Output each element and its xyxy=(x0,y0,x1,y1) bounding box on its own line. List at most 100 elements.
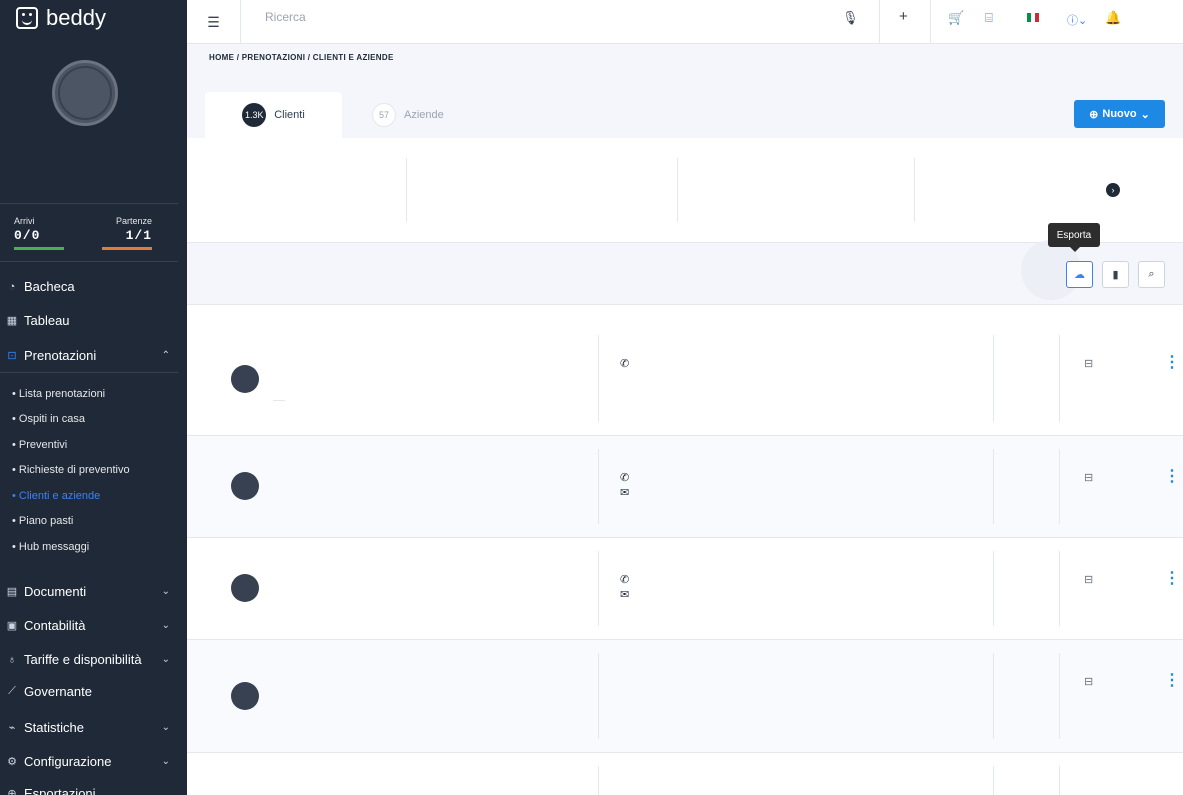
more-options-icon[interactable]: ⋮ xyxy=(1164,571,1180,587)
inbox-icon[interactable]: ⊟ xyxy=(1084,573,1093,586)
divider xyxy=(993,449,994,524)
tab-aziende[interactable]: 57 Aziende xyxy=(372,92,444,138)
tab-label: Clienti xyxy=(274,109,305,121)
sidebar-item-label: Governante xyxy=(24,684,92,699)
sidebar-item-contabilita[interactable]: ▣ Contabilità ⌄ xyxy=(6,618,176,633)
more-options-icon[interactable]: ⋮ xyxy=(1164,673,1180,689)
divider xyxy=(1059,449,1060,524)
chevron-down-icon: ⌄ xyxy=(161,620,170,631)
tab-clienti[interactable]: 1.3K Clienti xyxy=(205,92,342,138)
submenu-ospiti-in-casa[interactable]: • Ospiti in casa xyxy=(12,413,85,425)
import-button[interactable]: ▮ xyxy=(1102,261,1129,288)
export-button[interactable]: ☁ xyxy=(1066,261,1093,288)
sidebar-item-label: Statistiche xyxy=(24,720,84,735)
sidebar-item-bacheca[interactable]: ◔ Bacheca xyxy=(6,279,176,294)
table-row[interactable] xyxy=(187,753,1183,795)
avatar xyxy=(231,365,259,393)
avatar xyxy=(231,472,259,500)
sidebar-item-label: Documenti xyxy=(24,584,87,599)
submenu-lista-prenotazioni[interactable]: • Lista prenotazioni xyxy=(12,388,105,400)
chart-icon: ⌁ xyxy=(8,722,16,734)
plus-circle-icon: ⊕ xyxy=(1089,108,1099,121)
divider xyxy=(993,653,994,739)
tab-label: Aziende xyxy=(404,109,444,121)
chevron-down-icon: ⌄ xyxy=(161,722,170,733)
phone-icon: ✆ xyxy=(620,574,630,586)
submenu-preventivi[interactable]: • Preventivi xyxy=(12,439,67,451)
sidebar-item-label: Configurazione xyxy=(24,754,112,769)
menu-collapse-icon[interactable]: ☰ xyxy=(187,0,241,44)
sidebar-item-label: Prenotazioni xyxy=(24,348,97,363)
sidebar-item-documenti[interactable]: ▤ Documenti ⌄ xyxy=(6,584,176,599)
divider xyxy=(0,372,178,373)
arrivals-stat[interactable]: Arrivi 0/0 xyxy=(14,216,64,250)
avatar xyxy=(231,574,259,602)
sidebar-item-esportazioni[interactable]: ⊕ Esportazioni xyxy=(6,786,176,795)
inbox-icon[interactable]: ⊟ xyxy=(1084,357,1093,370)
departures-stat[interactable]: Partenze 1/1 xyxy=(102,216,152,250)
chevron-down-icon: ⌄ xyxy=(1140,108,1150,121)
summary-panel: › xyxy=(187,138,1183,243)
lock-icon: ⊡ xyxy=(7,350,17,362)
departures-value: 1/1 xyxy=(125,228,152,243)
divider xyxy=(273,400,285,401)
mail-icon: ✉ xyxy=(620,589,630,601)
submenu-richieste-preventivo[interactable]: • Richieste di preventivo xyxy=(12,464,130,476)
beddy-logo-icon xyxy=(16,7,38,29)
gear-icon: ⚙ xyxy=(7,756,17,768)
divider xyxy=(598,551,599,626)
sidebar-item-prenotazioni[interactable]: ⊡ Prenotazioni ⌃ xyxy=(6,348,176,363)
submenu-hub-messaggi[interactable]: • Hub messaggi xyxy=(12,541,89,553)
submenu-clienti-aziende[interactable]: • Clienti e aziende xyxy=(12,490,100,502)
sidebar-item-governante[interactable]: ⟋ Governante xyxy=(6,684,176,699)
chevron-down-icon: ⌄ xyxy=(161,654,170,665)
divider xyxy=(993,335,994,422)
help-icon[interactable]: ⓘ⌄ xyxy=(1067,12,1087,28)
sidebar-item-statistiche[interactable]: ⌁ Statistiche ⌄ xyxy=(6,720,176,735)
search-input[interactable]: Ricerca xyxy=(265,10,306,24)
breadcrumb: HOME / PRENOTAZIONI / CLIENTI E AZIENDE xyxy=(209,53,394,62)
microphone-icon[interactable]: 🎙 xyxy=(842,10,859,26)
table-row[interactable]: ✆ ✉ ⊟ ⋮ xyxy=(187,436,1183,538)
clients-list: ✆ ⊟ ⋮ ✆ ✉ ⊟ ⋮ ✆ ✉ ⊟ ⋮ ⊟ ⋮ xyxy=(187,305,1183,795)
sidebar-item-label: Bacheca xyxy=(24,279,75,294)
sidebar-item-configurazione[interactable]: ⚙ Configurazione ⌄ xyxy=(6,754,176,769)
bell-icon: ♁ xyxy=(7,653,17,666)
phone-icon: ✆ xyxy=(620,472,630,484)
submenu-piano-pasti[interactable]: • Piano pasti xyxy=(12,515,73,527)
new-button[interactable]: ⊕ Nuovo ⌄ xyxy=(1074,100,1165,128)
arrivals-bar xyxy=(14,247,64,250)
inbox-icon[interactable]: ⊟ xyxy=(1084,675,1093,688)
search-button[interactable]: ⌕ xyxy=(1138,261,1165,288)
divider xyxy=(677,158,678,222)
plus-icon[interactable]: + xyxy=(899,8,908,25)
inbox-icon[interactable]: ⊟ xyxy=(1084,471,1093,484)
departures-label: Partenze xyxy=(115,216,152,226)
sidebar-item-label: Tableau xyxy=(24,313,70,328)
more-options-icon[interactable]: ⋮ xyxy=(1164,469,1180,485)
more-options-icon[interactable]: ⋮ xyxy=(1164,355,1180,371)
store-icon[interactable]: ⌸ xyxy=(985,10,993,26)
property-avatar[interactable] xyxy=(52,60,118,126)
divider xyxy=(1059,551,1060,626)
avatar xyxy=(231,682,259,710)
dashboard-icon: ◔ xyxy=(8,280,16,293)
cart-icon[interactable]: 🛒 xyxy=(948,10,964,26)
table-row[interactable]: ✆ ✉ ⊟ ⋮ xyxy=(187,538,1183,640)
arrivals-value: 0/0 xyxy=(14,228,41,243)
mail-icon: ✉ xyxy=(620,487,630,499)
search-icon: ⌕ xyxy=(1148,268,1155,280)
divider xyxy=(598,766,599,795)
sidebar-item-tariffe[interactable]: ♁ Tariffe e disponibilità ⌄ xyxy=(6,652,176,667)
app-logo[interactable]: beddy xyxy=(16,4,106,32)
chevron-down-icon: ⌄ xyxy=(161,756,170,767)
next-arrow-icon[interactable]: › xyxy=(1106,183,1120,197)
table-row[interactable]: ⊟ ⋮ xyxy=(187,640,1183,753)
divider xyxy=(406,158,407,222)
table-row[interactable]: ✆ ⊟ ⋮ xyxy=(187,305,1183,436)
divider xyxy=(914,158,915,222)
divider xyxy=(993,766,994,795)
flag-it-icon[interactable] xyxy=(1027,13,1039,22)
bell-icon[interactable]: 🔔 xyxy=(1105,10,1121,26)
sidebar-item-tableau[interactable]: ▦ Tableau xyxy=(6,313,176,328)
